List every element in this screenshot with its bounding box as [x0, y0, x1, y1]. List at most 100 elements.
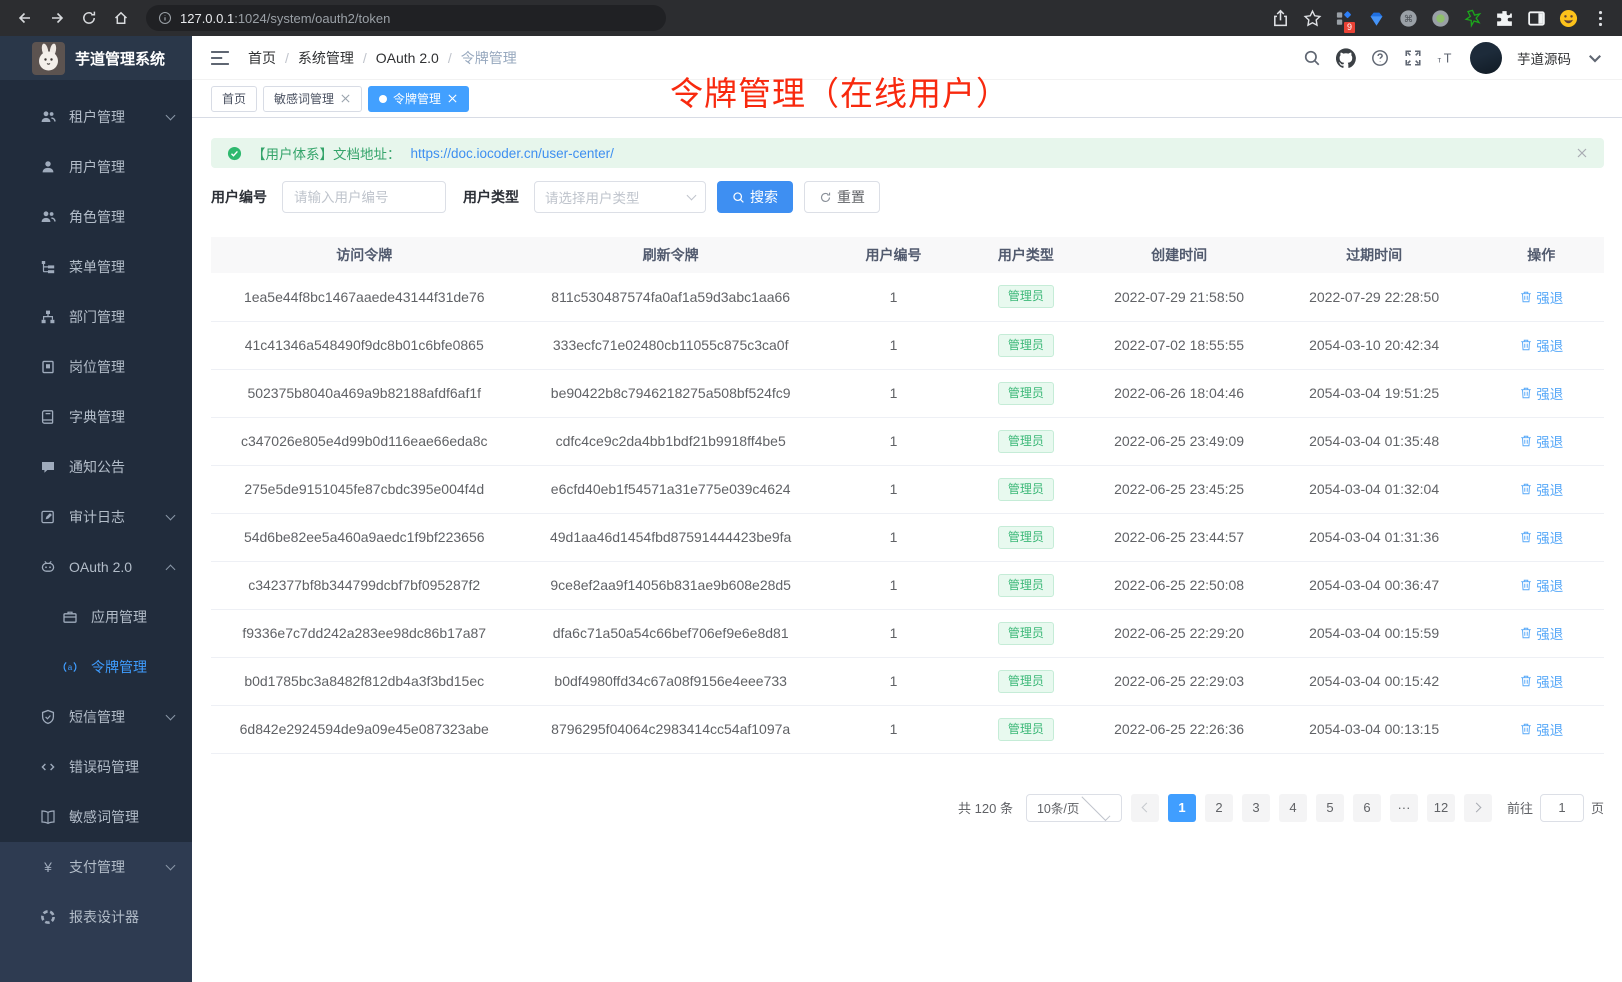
force-logout-link[interactable]: 强退: [1519, 575, 1563, 595]
next-page-button[interactable]: [1464, 794, 1492, 822]
bookopen-icon: [40, 809, 56, 825]
force-logout-link[interactable]: 强退: [1519, 671, 1563, 691]
page-button-5[interactable]: 5: [1316, 794, 1344, 822]
side-panel-icon[interactable]: [1527, 9, 1546, 28]
emoji-icon[interactable]: [1559, 9, 1578, 28]
tab-sensitive-word[interactable]: 敏感词管理: [263, 86, 362, 112]
fullscreen-icon[interactable]: [1404, 49, 1422, 67]
search-button[interactable]: 搜索: [717, 181, 793, 213]
trash-icon: [1519, 578, 1533, 592]
user-menu-caret-icon[interactable]: [1586, 49, 1604, 67]
page-button-2[interactable]: 2: [1205, 794, 1233, 822]
site-info-icon[interactable]: [158, 11, 172, 25]
dots-icon[interactable]: [1591, 9, 1610, 28]
topbar-icon-strip: тT: [1303, 48, 1455, 68]
force-logout-link[interactable]: 强退: [1519, 431, 1563, 451]
search-icon[interactable]: [1303, 49, 1321, 67]
sidebar-toggle-icon[interactable]: [210, 49, 230, 67]
back-icon[interactable]: [12, 5, 38, 31]
tab-close-icon[interactable]: [447, 93, 458, 104]
user-id-input[interactable]: [282, 181, 446, 213]
page-button-4[interactable]: 4: [1279, 794, 1307, 822]
page-size-select[interactable]: 10条/页: [1026, 794, 1122, 822]
goto-page-input[interactable]: [1540, 794, 1584, 822]
pagination: 共 120 条 10条/页 123456···12 前往 页: [211, 794, 1604, 822]
page-button-6[interactable]: 6: [1353, 794, 1381, 822]
force-logout-link[interactable]: 强退: [1519, 383, 1563, 403]
tab-token[interactable]: 令牌管理: [368, 86, 469, 112]
column-header: 创建时间: [1089, 237, 1270, 273]
action-cell: 强退: [1479, 465, 1604, 513]
sidebar-item-user[interactable]: 用户管理: [0, 142, 192, 192]
font-size-icon[interactable]: тT: [1437, 49, 1455, 67]
force-logout-link[interactable]: 强退: [1519, 527, 1563, 547]
github-icon[interactable]: [1336, 48, 1356, 68]
sidebar-item-label: 敏感词管理: [69, 807, 139, 827]
more-pages-button[interactable]: ···: [1390, 794, 1418, 822]
alert-close-icon[interactable]: [1576, 147, 1588, 159]
help-icon[interactable]: [1371, 49, 1389, 67]
sidebar-item-sensitive-word[interactable]: 敏感词管理: [0, 792, 192, 842]
green-star-icon[interactable]: [1463, 9, 1482, 28]
prev-page-button[interactable]: [1131, 794, 1159, 822]
browser-toolbar-icons: 9⌘: [1271, 9, 1610, 28]
sidebar-item-role[interactable]: 角色管理: [0, 192, 192, 242]
user-type-tag: 管理员: [998, 526, 1054, 549]
sidebar-item-report-designer[interactable]: 报表设计器: [0, 892, 192, 942]
extensions-icon[interactable]: 9: [1335, 9, 1354, 28]
home-icon[interactable]: [108, 5, 134, 31]
sidebar-item-pay[interactable]: ¥支付管理: [0, 842, 192, 892]
sidebar-item-post[interactable]: 岗位管理: [0, 342, 192, 392]
breadcrumb-item[interactable]: 首页: [248, 48, 276, 68]
table-cell: 2054-03-04 01:32:04: [1270, 465, 1479, 513]
tab-label: 首页: [222, 90, 246, 107]
table-cell: 6d842e2924594de9a09e45e087323abe: [211, 705, 517, 753]
sidebar-item-dict[interactable]: 字典管理: [0, 392, 192, 442]
force-logout-link[interactable]: 强退: [1519, 479, 1563, 499]
force-logout-link[interactable]: 强退: [1519, 719, 1563, 739]
table-row: 6d842e2924594de9a09e45e087323abe8796295f…: [211, 705, 1604, 753]
force-logout-link[interactable]: 强退: [1519, 287, 1563, 307]
address-bar[interactable]: 127.0.0.1:1024/system/oauth2/token: [146, 5, 666, 31]
action-cell: 强退: [1479, 273, 1604, 321]
sidebar-item-audit-log[interactable]: 审计日志: [0, 492, 192, 542]
table-row: 1ea5e44f8bc1467aaede43144f31de76811c5304…: [211, 273, 1604, 321]
sidebar-item-sms[interactable]: 短信管理: [0, 692, 192, 742]
table-cell: 2054-03-04 01:31:36: [1270, 513, 1479, 561]
record-icon[interactable]: [1431, 9, 1450, 28]
page-button-1[interactable]: 1: [1168, 794, 1196, 822]
sidebar-item-oauth2[interactable]: OAuth 2.0: [0, 542, 192, 592]
tab-home[interactable]: 首页: [211, 86, 257, 112]
sidebar-item-notice[interactable]: 通知公告: [0, 442, 192, 492]
sidebar-item-dept[interactable]: 部门管理: [0, 292, 192, 342]
app-logo-row[interactable]: 芋道管理系统: [0, 36, 192, 80]
sidebar-item-oauth2-app[interactable]: 应用管理: [0, 592, 192, 642]
user-type-select[interactable]: 请选择用户类型: [534, 181, 706, 213]
sidebar-filler: [0, 942, 192, 982]
page-button-3[interactable]: 3: [1242, 794, 1270, 822]
gem-icon[interactable]: [1367, 9, 1386, 28]
force-logout-link[interactable]: 强退: [1519, 623, 1563, 643]
breadcrumb-item[interactable]: OAuth 2.0: [376, 50, 439, 66]
user-avatar[interactable]: [1470, 42, 1502, 74]
share-icon[interactable]: [1271, 9, 1290, 28]
page-button-12[interactable]: 12: [1427, 794, 1455, 822]
reload-icon[interactable]: [76, 5, 102, 31]
forward-icon[interactable]: [44, 5, 70, 31]
command-icon[interactable]: ⌘: [1399, 9, 1418, 28]
user-name[interactable]: 芋道源码: [1517, 48, 1571, 68]
sidebar-item-error-code[interactable]: 错误码管理: [0, 742, 192, 792]
sidebar-item-tenant[interactable]: 租户管理: [0, 92, 192, 142]
force-logout-link[interactable]: 强退: [1519, 335, 1563, 355]
sidebar-item-oauth2-token[interactable]: a令牌管理: [0, 642, 192, 692]
puzzle-icon[interactable]: [1495, 9, 1514, 28]
star-icon[interactable]: [1303, 9, 1322, 28]
tab-close-icon[interactable]: [340, 93, 351, 104]
column-header: 操作: [1479, 237, 1604, 273]
doc-link[interactable]: https://doc.iocoder.cn/user-center/: [411, 146, 614, 161]
table-cell: 2054-03-10 20:42:34: [1270, 321, 1479, 369]
table-row: 41c41346a548490f9dc8b01c6bfe0865333ecfc7…: [211, 321, 1604, 369]
sidebar-item-menu[interactable]: 菜单管理: [0, 242, 192, 292]
breadcrumb-item[interactable]: 系统管理: [298, 48, 354, 68]
reset-button[interactable]: 重置: [804, 181, 880, 213]
